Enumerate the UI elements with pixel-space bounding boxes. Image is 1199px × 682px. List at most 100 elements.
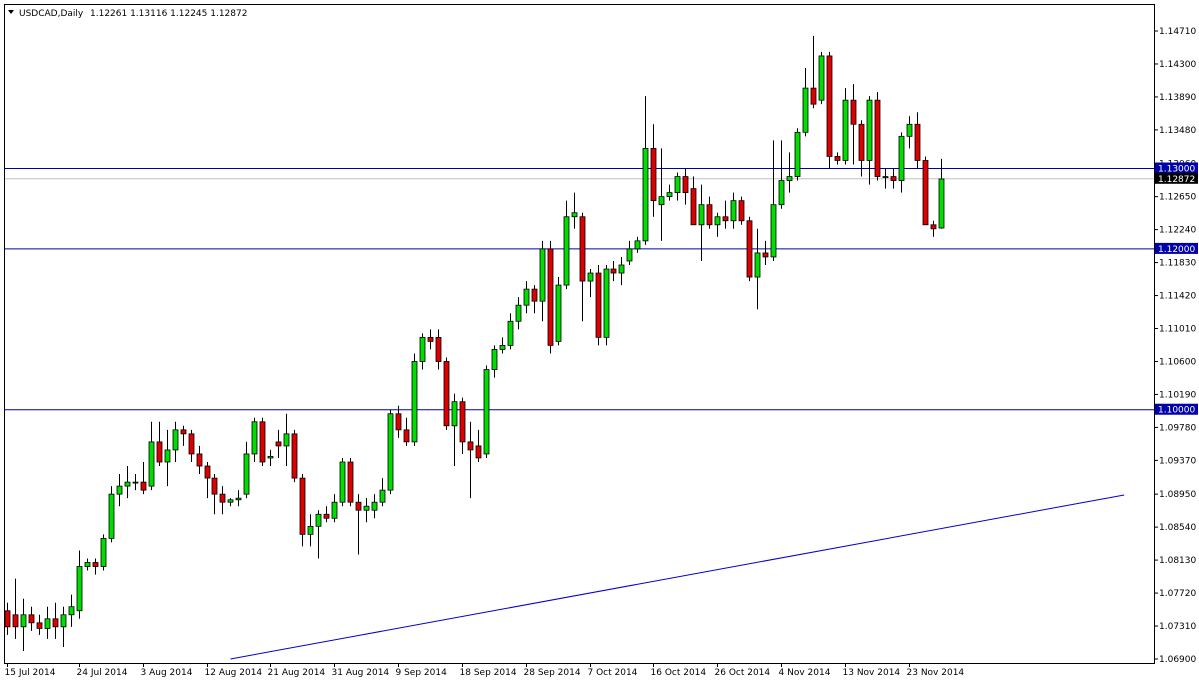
- candle: [156, 421, 163, 467]
- candle: [36, 614, 43, 635]
- candle: [251, 417, 258, 462]
- candle: [387, 409, 394, 495]
- candle: [395, 405, 402, 438]
- candle: [618, 256, 625, 286]
- candle-body: [906, 123, 913, 137]
- candle-body: [243, 453, 250, 495]
- candle: [347, 457, 354, 507]
- candle-body: [299, 477, 306, 535]
- candle-body: [331, 501, 338, 519]
- candle: [132, 474, 139, 491]
- candle-body: [140, 481, 147, 491]
- candle: [124, 466, 131, 499]
- chart-window[interactable]: 1.147101.143001.138901.134801.130601.126…: [0, 0, 1199, 682]
- candle-body: [339, 461, 346, 503]
- candle-body: [746, 220, 753, 278]
- candle: [172, 421, 179, 462]
- candle: [499, 337, 506, 354]
- candle: [243, 441, 250, 499]
- candle-body: [108, 493, 115, 539]
- y-tick-label: 1.10190: [1159, 390, 1196, 400]
- candle: [746, 216, 753, 282]
- candle-body: [539, 248, 546, 302]
- candle: [235, 490, 242, 507]
- candle-body: [714, 216, 721, 226]
- candle-body: [483, 369, 490, 455]
- x-tick-label: 24 Jul 2014: [77, 668, 128, 678]
- candle-body: [100, 537, 107, 567]
- candle-body: [156, 441, 163, 463]
- candle: [666, 184, 673, 201]
- candle-body: [363, 505, 370, 511]
- trendline[interactable]: [230, 494, 1125, 660]
- y-tick-label: 1.08130: [1159, 556, 1196, 566]
- candle-body: [682, 176, 689, 194]
- candle: [379, 478, 386, 507]
- candle-body: [563, 216, 570, 286]
- candle: [770, 140, 777, 261]
- candle-body: [626, 248, 633, 262]
- candle-body: [132, 481, 139, 484]
- dropdown-arrow-icon[interactable]: [8, 10, 14, 14]
- candle: [874, 92, 881, 181]
- candle: [531, 285, 538, 314]
- candle: [610, 260, 617, 282]
- candle: [786, 152, 793, 193]
- current-price-tag: 1.12872: [1158, 175, 1195, 185]
- candle: [794, 128, 801, 181]
- y-tick-label: 1.11010: [1159, 325, 1196, 335]
- candle: [435, 329, 442, 370]
- candle-body: [451, 401, 458, 427]
- candle-body: [475, 445, 482, 459]
- candle: [674, 172, 681, 201]
- candle-body: [762, 252, 769, 258]
- y-tick-label: 1.08540: [1159, 523, 1196, 533]
- candle: [339, 457, 346, 507]
- candle-body: [459, 401, 466, 443]
- candle-body: [850, 99, 857, 125]
- candle-body: [618, 264, 625, 274]
- candle: [650, 124, 657, 217]
- candle-body: [547, 248, 554, 346]
- candle: [140, 461, 147, 495]
- candle: [730, 192, 737, 229]
- candle: [28, 606, 35, 631]
- plot-frame: [4, 4, 1155, 664]
- candle: [283, 413, 290, 467]
- price-chart[interactable]: 1.147101.143001.138901.134801.130601.126…: [0, 0, 1199, 682]
- candle-body: [794, 131, 801, 177]
- candle: [938, 158, 945, 229]
- candle-body: [531, 288, 538, 302]
- candle: [92, 558, 99, 575]
- candle: [4, 602, 11, 635]
- candle: [267, 449, 274, 467]
- y-tick-label: 1.07720: [1159, 589, 1196, 599]
- candle-body: [914, 123, 921, 161]
- candle-body: [211, 477, 218, 495]
- candle-body: [571, 212, 578, 218]
- candle: [714, 212, 721, 237]
- candle: [411, 353, 418, 446]
- candle: [682, 168, 689, 205]
- candle-body: [60, 614, 67, 628]
- x-tick-label: 12 Aug 2014: [205, 668, 263, 678]
- candle: [906, 116, 913, 149]
- candle-body: [674, 176, 681, 194]
- y-tick-label: 1.09370: [1159, 456, 1196, 466]
- candle: [603, 264, 610, 346]
- candle-body: [251, 421, 258, 455]
- candle-body: [842, 99, 849, 161]
- candle: [850, 84, 857, 165]
- y-tick-label: 1.08950: [1159, 490, 1196, 500]
- candle: [762, 240, 769, 265]
- candle: [914, 112, 921, 169]
- candle-body: [634, 240, 641, 250]
- candle: [227, 498, 234, 507]
- candle-body: [315, 513, 322, 527]
- x-tick-label: 18 Sep 2014: [460, 668, 517, 678]
- candle: [219, 486, 226, 515]
- level-tag-1.12000: 1.12000: [1158, 245, 1195, 255]
- y-tick-label: 1.13890: [1159, 93, 1196, 103]
- candle-body: [164, 449, 171, 463]
- candle-body: [587, 272, 594, 282]
